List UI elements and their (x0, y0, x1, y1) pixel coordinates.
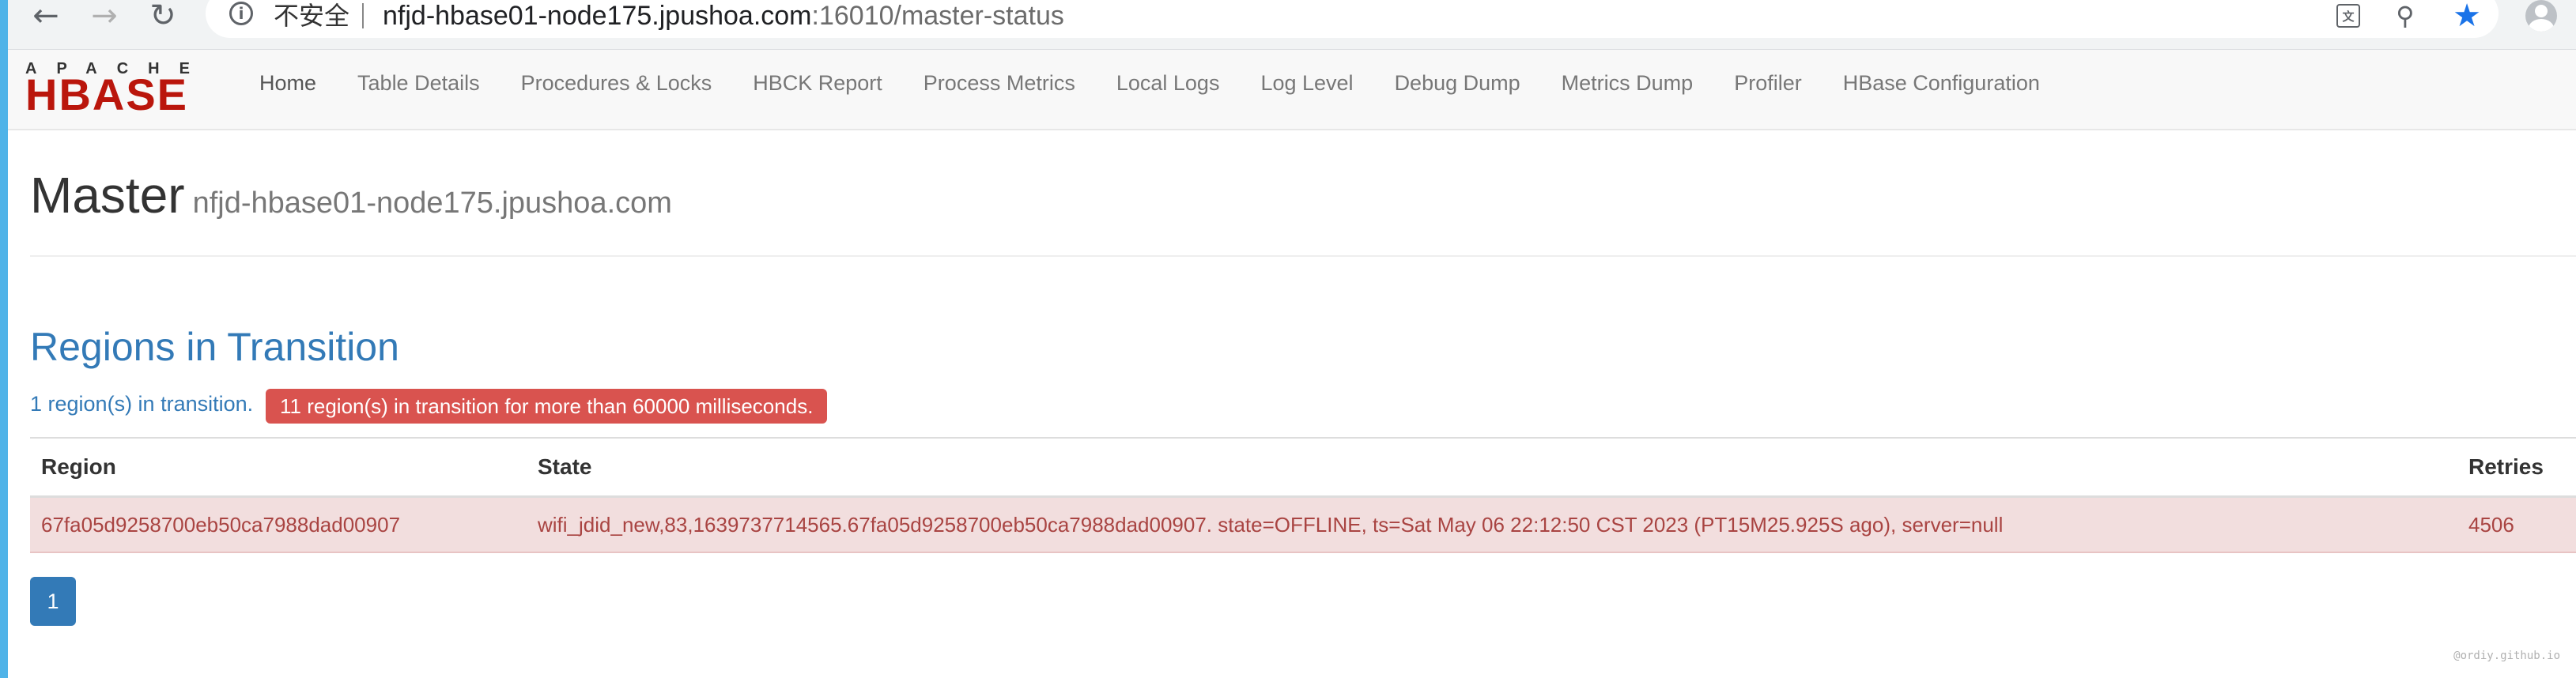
rit-warning-badge: 11 region(s) in transition for more than… (266, 389, 828, 424)
column-header-state: State (538, 454, 592, 479)
nav-process-metrics[interactable]: Process Metrics (903, 71, 1096, 96)
nav-local-logs[interactable]: Local Logs (1096, 71, 1241, 96)
column-header-retries: Retries (2468, 454, 2544, 479)
rit-section-title: Regions in Transition (30, 325, 399, 369)
header-divider (30, 255, 2576, 257)
cell-region: 67fa05d9258700eb50ca7988dad00907 (41, 513, 401, 537)
address-separator (362, 3, 364, 28)
forward-arrow-icon[interactable]: → (87, 0, 122, 34)
back-arrow-icon[interactable]: ← (28, 0, 63, 34)
url-text[interactable]: nfjd-hbase01-node175.jpushoa.com:16010/m… (383, 0, 1064, 32)
logo-hbase-text: HBASE (25, 70, 189, 119)
nav-procedures-locks[interactable]: Procedures & Locks (500, 71, 733, 96)
bookmark-star-icon[interactable]: ★ (2449, 0, 2484, 34)
nav-profiler[interactable]: Profiler (1713, 71, 1822, 96)
pagination-page-1[interactable]: 1 (30, 577, 76, 626)
nav-menu: Home Table Details Procedures & Locks HB… (239, 50, 2060, 116)
rit-count-link[interactable]: 1 region(s) in transition. (30, 392, 253, 416)
column-header-region: Region (41, 454, 116, 479)
security-status: 不安全 (274, 1, 350, 31)
profile-avatar-icon[interactable] (2522, 0, 2560, 32)
master-hostname: nfjd-hbase01-node175.jpushoa.com (192, 186, 672, 220)
window-edge (0, 0, 8, 678)
cell-retries: 4506 (2468, 513, 2514, 537)
table-header: Region State Retries (30, 437, 2576, 498)
cell-state: wifi_jdid_new,83,1639737714565.67fa05d92… (538, 513, 2004, 537)
nav-table-details[interactable]: Table Details (337, 71, 500, 96)
hbase-logo[interactable]: APACHE HBASE (25, 61, 218, 119)
nav-metrics-dump[interactable]: Metrics Dump (1541, 71, 1714, 96)
nav-hbase-configuration[interactable]: HBase Configuration (1822, 71, 2060, 96)
table-row: 67fa05d9258700eb50ca7988dad00907 wifi_jd… (30, 498, 2576, 553)
nav-debug-dump[interactable]: Debug Dump (1374, 71, 1541, 96)
nav-hbck-report[interactable]: HBCK Report (732, 71, 903, 96)
browser-toolbar: ← → ↻ i 不安全 nfjd-hbase01-node175.jpushoa… (8, 0, 2576, 50)
nav-log-level[interactable]: Log Level (1240, 71, 1373, 96)
url-host: nfjd-hbase01-node175.jpushoa.com (383, 1, 812, 31)
url-path: :16010/master-status (811, 1, 1064, 31)
nav-home[interactable]: Home (239, 71, 337, 96)
info-icon[interactable]: i (229, 2, 253, 25)
rit-table: Region State Retries 67fa05d9258700eb50c… (30, 437, 2576, 553)
translate-glyph: 文 (2336, 4, 2360, 28)
hbase-navbar: APACHE HBASE Home Table Details Procedur… (8, 50, 2576, 130)
reload-icon[interactable]: ↻ (145, 0, 180, 34)
page-title-text: Master (30, 167, 185, 224)
translate-icon[interactable]: 文 (2332, 0, 2364, 32)
zoom-out-icon[interactable]: ⚲ (2388, 0, 2423, 32)
watermark: @ordiy.github.io (2453, 650, 2560, 662)
page-title: Master nfjd-hbase01-node175.jpushoa.com (30, 166, 672, 224)
